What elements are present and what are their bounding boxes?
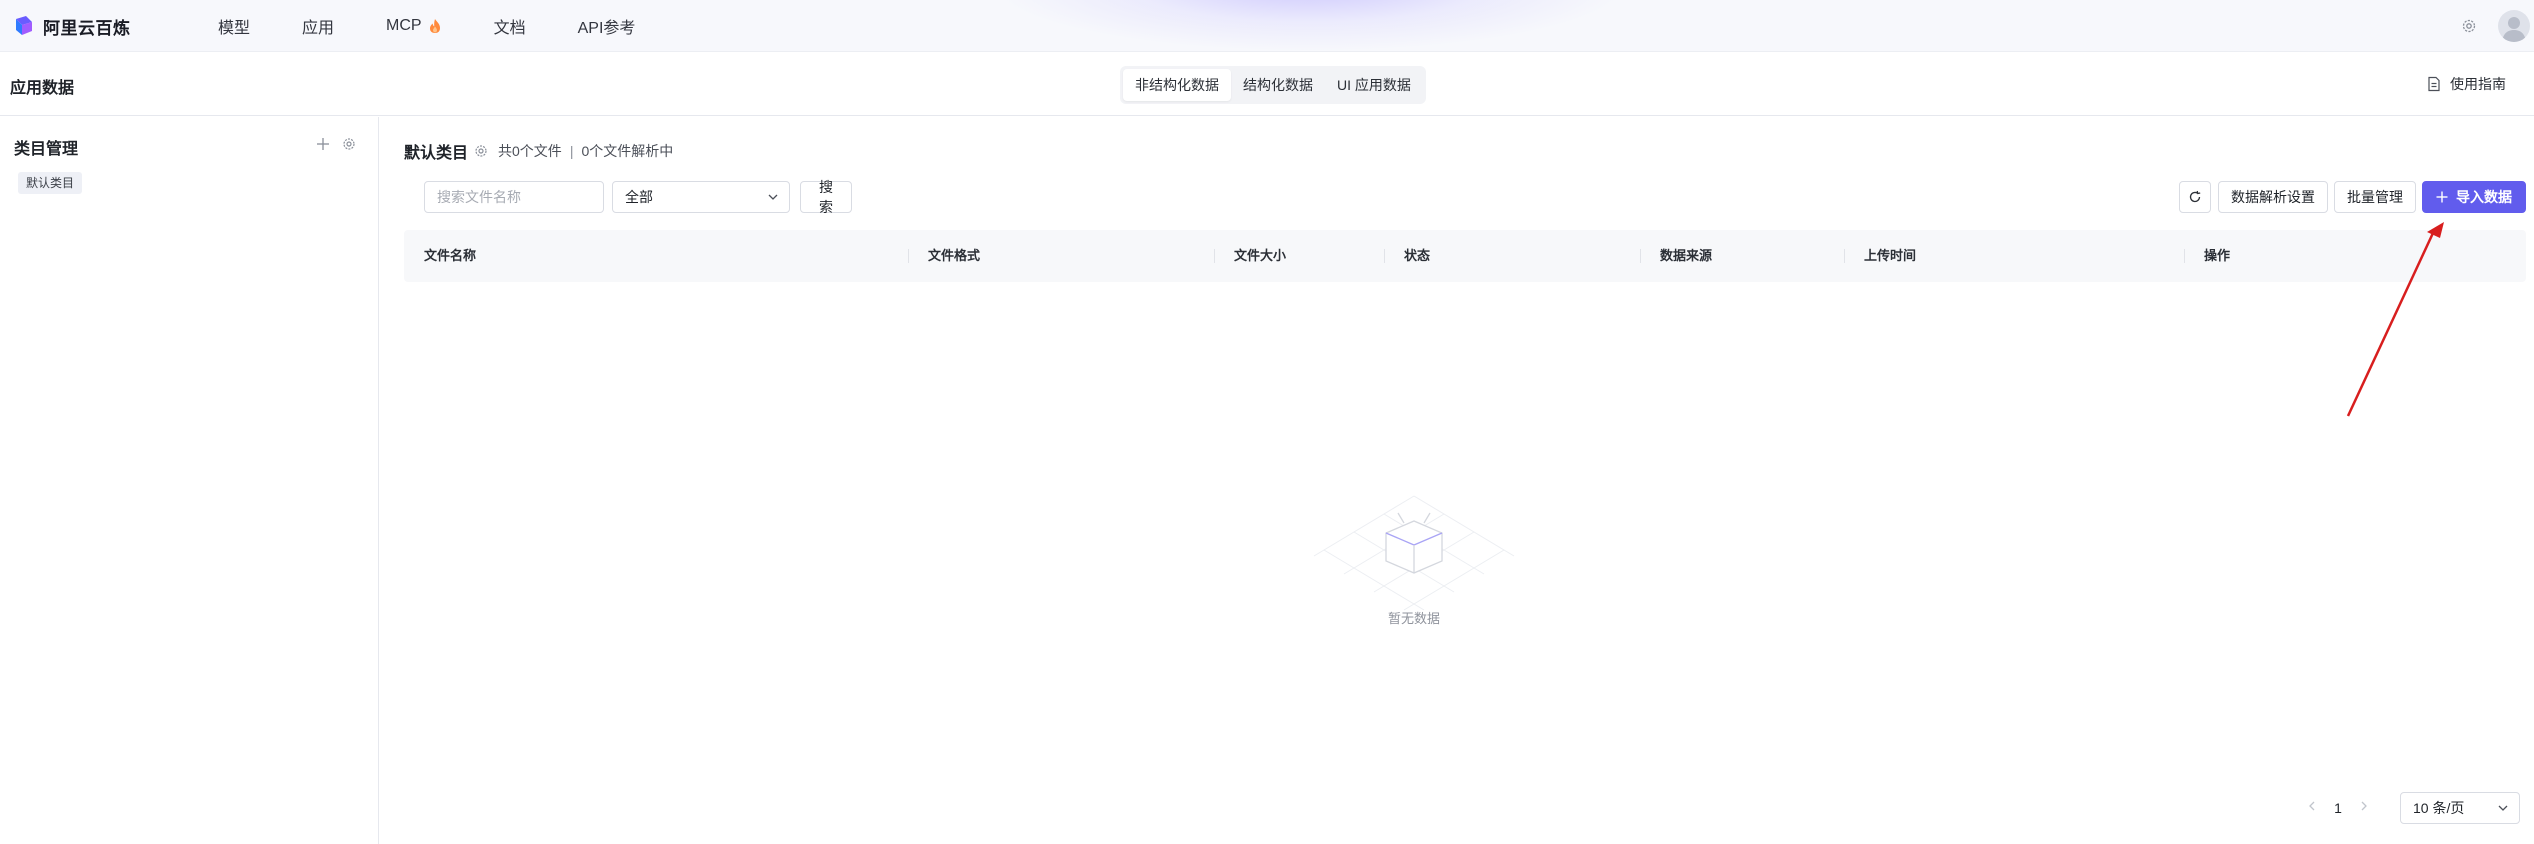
- sub-header: 应用数据 非结构化数据 结构化数据 UI 应用数据 使用指南: [0, 52, 2534, 116]
- stats-separator: |: [569, 143, 574, 159]
- nav-item-api-reference[interactable]: API参考: [578, 14, 636, 38]
- top-right-actions: [2458, 0, 2534, 51]
- column-divider: [2184, 249, 2185, 263]
- usage-guide-label: 使用指南: [2450, 76, 2506, 92]
- column-divider: [1844, 249, 1845, 263]
- brand-name: 阿里云百炼: [43, 18, 131, 38]
- category-actions: [314, 135, 358, 153]
- nav-item-docs[interactable]: 文档: [494, 14, 526, 38]
- next-page-button[interactable]: [2352, 799, 2376, 817]
- gear-icon: [343, 138, 355, 150]
- nav-item-label: MCP: [386, 17, 422, 34]
- category-management-title: 类目管理: [14, 141, 79, 158]
- tab-structured-data[interactable]: 结构化数据: [1231, 69, 1325, 101]
- page-title: 应用数据: [10, 80, 75, 97]
- status-filter-select[interactable]: 全部: [612, 181, 790, 213]
- column-file-name: 文件名称: [424, 248, 477, 263]
- import-data-button[interactable]: 导入数据: [2422, 181, 2526, 213]
- nav-item-label: 模型: [218, 20, 251, 37]
- column-divider: [1384, 249, 1385, 263]
- column-actions: 操作: [2204, 248, 2231, 263]
- nav-item-label: 应用: [302, 20, 335, 37]
- column-file-size: 文件大小: [1234, 248, 1287, 263]
- category-settings-button[interactable]: [340, 135, 358, 153]
- tab-unstructured-data[interactable]: 非结构化数据: [1123, 69, 1231, 101]
- page-number[interactable]: 1: [2324, 800, 2352, 816]
- plus-icon: [2436, 191, 2448, 203]
- app-root: 阿里云百炼 模型 应用 MCP 文档 API参考 应用数据 非结构化数据 结构化…: [0, 0, 2534, 844]
- category-title: 默认类目: [404, 145, 469, 162]
- chevron-right-icon: [2361, 801, 2367, 811]
- search-button[interactable]: 搜索: [800, 179, 852, 215]
- brand[interactable]: 阿里云百炼: [13, 13, 131, 39]
- category-header: 默认类目 共0个文件 | 0个文件解析中: [404, 139, 673, 163]
- plus-icon: [317, 138, 329, 150]
- column-upload-time: 上传时间: [1864, 248, 1917, 263]
- data-parse-settings-button[interactable]: 数据解析设置: [2218, 181, 2328, 213]
- nav-items: 模型 应用 MCP 文档 API参考: [218, 0, 687, 51]
- chevron-left-icon: [2309, 801, 2315, 811]
- parsing-count: 0个文件解析中: [581, 143, 674, 159]
- header-glow: [1000, 0, 1620, 50]
- flame-icon: [429, 19, 440, 33]
- refresh-button[interactable]: [2179, 181, 2211, 213]
- prev-page-button[interactable]: [2300, 799, 2324, 817]
- pagination: 1 10 条/页: [2300, 792, 2520, 824]
- usage-guide-link[interactable]: 使用指南: [2426, 74, 2506, 94]
- file-stats: 共0个文件 | 0个文件解析中: [498, 141, 673, 161]
- brand-logo-icon: [16, 16, 32, 35]
- file-table-header: 文件名称 文件格式 文件大小 状态 数据来源 上传时间 操作: [404, 230, 2526, 282]
- nav-item-mcp[interactable]: MCP: [386, 17, 442, 35]
- file-name-search-input[interactable]: [424, 181, 604, 213]
- import-data-label: 导入数据: [2456, 189, 2512, 205]
- gear-icon: [2462, 19, 2476, 33]
- user-icon: [2502, 17, 2526, 42]
- column-data-source: 数据来源: [1660, 248, 1713, 263]
- nav-item-label: API参考: [577, 20, 636, 37]
- status-filter-value: 全部: [625, 189, 653, 205]
- page-size-value: 10 条/页: [2413, 800, 2465, 816]
- nav-item-models[interactable]: 模型: [218, 14, 250, 38]
- chevron-down-icon: [768, 194, 778, 200]
- page-size-select[interactable]: 10 条/页: [2400, 792, 2520, 824]
- empty-state: 暂无数据: [1304, 461, 1524, 661]
- category-settings-icon[interactable]: [474, 144, 488, 158]
- main-content: 默认类目 共0个文件 | 0个文件解析中 全部 搜索 数据: [380, 117, 2534, 844]
- data-type-tabs: 非结构化数据 结构化数据 UI 应用数据: [1120, 66, 1426, 104]
- category-item-default[interactable]: 默认类目: [18, 172, 83, 194]
- document-icon: [2428, 76, 2440, 92]
- column-divider: [908, 249, 909, 263]
- column-file-format: 文件格式: [928, 248, 981, 263]
- chevron-down-icon: [2498, 805, 2508, 811]
- nav-item-apps[interactable]: 应用: [302, 14, 334, 38]
- column-status: 状态: [1404, 248, 1431, 263]
- tab-ui-app-data[interactable]: UI 应用数据: [1325, 69, 1423, 101]
- column-divider: [1214, 249, 1215, 263]
- nav-item-label: 文档: [493, 20, 526, 37]
- category-sidebar: 类目管理 默认类目: [0, 117, 379, 844]
- empty-state-text: 暂无数据: [1387, 611, 1440, 626]
- column-divider: [1640, 249, 1641, 263]
- batch-management-button[interactable]: 批量管理: [2334, 181, 2416, 213]
- user-avatar[interactable]: [2498, 10, 2530, 42]
- settings-button[interactable]: [2458, 15, 2480, 37]
- top-nav: 阿里云百炼 模型 应用 MCP 文档 API参考: [0, 0, 2534, 52]
- file-count: 共0个文件: [498, 143, 562, 159]
- add-category-button[interactable]: [314, 135, 332, 153]
- refresh-icon: [2189, 190, 2201, 203]
